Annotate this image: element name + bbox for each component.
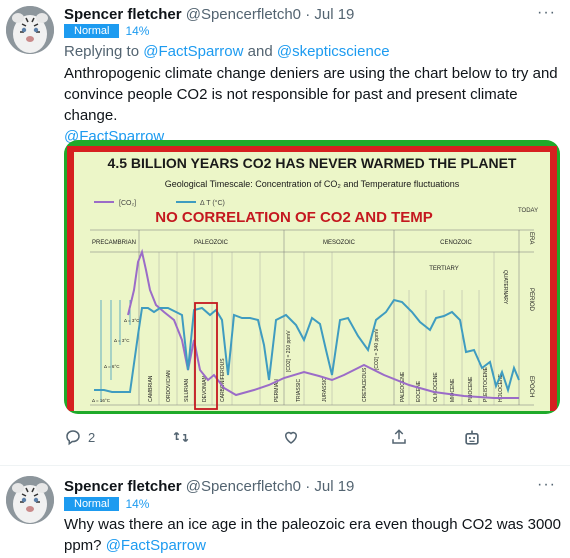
period-label: OLIGOCENE	[433, 372, 439, 402]
avatar[interactable]	[6, 476, 54, 524]
chart-banner: NO CORRELATION OF CO2 AND TEMP	[155, 209, 433, 226]
more-options-icon[interactable]: ···	[537, 476, 556, 494]
chart-image: 4.5 BILLION YEARS CO2 HAS NEVER WARMED T…	[64, 140, 560, 414]
legend-temp: Δ T (°C)	[200, 199, 225, 207]
tweet[interactable]: Spencer fletcher @Spencerfletch0 · Jul 1…	[0, 0, 570, 465]
status-badge: Normal	[64, 497, 120, 511]
tweet-date[interactable]: Jul 19	[314, 478, 354, 495]
status-percent: 14%	[125, 24, 150, 38]
reply-count: 2	[88, 429, 96, 445]
tweet-date[interactable]: Jul 19	[314, 6, 354, 23]
heart-icon	[284, 431, 298, 444]
period-label: SILURIAN	[184, 379, 190, 402]
bot-action[interactable]	[462, 428, 482, 448]
period-label: CARBONIFEROUS	[220, 358, 226, 402]
period-label: MIOCENE	[450, 378, 456, 402]
robot-icon	[465, 430, 479, 445]
temp-mark: Δ = 6°C	[104, 364, 120, 369]
tweet-text: Anthropogenic climate change deniers are…	[64, 63, 564, 147]
avatar[interactable]	[6, 6, 54, 54]
era-label: CENOZOIC	[440, 240, 472, 246]
tweet-header: Spencer fletcher @Spencerfletch0 · Jul 1…	[64, 478, 354, 495]
period-label: ORDOVICIAN	[166, 370, 172, 402]
reply-prefix: Replying to	[64, 43, 144, 60]
temp-mark: Δ = 3°C	[124, 318, 140, 323]
badge-row: Normal 14%	[64, 497, 149, 511]
share-action[interactable]	[390, 428, 408, 446]
badge-row: Normal 14%	[64, 24, 149, 38]
author-name[interactable]: Spencer fletcher	[64, 478, 182, 495]
reply-mention-1[interactable]: @FactSparrow	[143, 43, 243, 60]
share-icon	[392, 429, 406, 444]
reply-and: and	[243, 43, 277, 60]
tweet-image[interactable]: 4.5 BILLION YEARS CO2 HAS NEVER WARMED T…	[64, 140, 560, 414]
tweet-actions: 2	[64, 428, 534, 452]
chart-panel	[74, 152, 550, 411]
era-label: MESOZOIC	[323, 240, 356, 246]
legend-co2: [CO₂]	[119, 200, 136, 207]
period-axis-label: PERIOD	[528, 288, 534, 312]
author-handle[interactable]: @Spencerfletch0	[186, 478, 301, 495]
co2-annotation: [CO2] = 210 ppmV	[286, 330, 292, 372]
temp-mark: Δ = 3°C	[114, 338, 130, 343]
tweet[interactable]: Spencer fletcher @Spencerfletch0 · Jul 1…	[0, 466, 570, 558]
today-label: TODAY	[518, 208, 538, 214]
era-label: PRECAMBRIAN	[92, 240, 136, 246]
retweet-action[interactable]	[172, 428, 190, 446]
period-label: PLIOCENE	[468, 376, 474, 402]
era-label: PALEOZOIC	[194, 240, 229, 246]
retweet-icon	[173, 431, 189, 443]
tweet-mention[interactable]: @FactSparrow	[106, 537, 206, 554]
tweet-header: Spencer fletcher @Spencerfletch0 · Jul 1…	[64, 6, 354, 23]
quaternary-label: QUATERNARY	[502, 270, 508, 305]
period-label: JURASSIC	[322, 377, 328, 402]
tweet-text: Why was there an ice age in the paleozoi…	[64, 514, 564, 556]
status-badge: Normal	[64, 24, 120, 38]
period-label: CRETACEOUS	[362, 367, 368, 402]
separator: ·	[305, 6, 311, 23]
chart-title: 4.5 BILLION YEARS CO2 HAS NEVER WARMED T…	[108, 155, 517, 171]
white-tiger-avatar-icon	[6, 476, 54, 524]
tertiary-label: TERTIARY	[429, 266, 458, 272]
author-handle[interactable]: @Spencerfletch0	[186, 6, 301, 23]
white-tiger-avatar-icon	[6, 6, 54, 54]
temp-mark: Δ = 16°C	[92, 398, 111, 403]
reply-context: Replying to @FactSparrow and @skepticsci…	[64, 41, 564, 62]
period-label: TRIASSIC	[296, 379, 302, 402]
like-action[interactable]	[282, 428, 300, 446]
status-percent: 14%	[125, 497, 150, 511]
era-axis-label: ERA	[528, 232, 534, 244]
author-name[interactable]: Spencer fletcher	[64, 6, 182, 23]
co2-annotation: [CO2] = 340 ppmV	[374, 328, 380, 370]
period-label: EOCENE	[416, 380, 422, 402]
reply-action[interactable]: 2	[64, 428, 95, 446]
period-label: CAMBRIAN	[148, 375, 154, 402]
separator: ·	[305, 478, 311, 495]
reply-mention-2[interactable]: @skepticscience	[277, 43, 390, 60]
more-options-icon[interactable]: ···	[537, 4, 556, 22]
chart-subtitle: Geological Timescale: Concentration of C…	[165, 179, 460, 189]
tweet-text-content: Anthropogenic climate change deniers are…	[64, 65, 558, 124]
reply-icon	[66, 430, 80, 446]
period-label: PALEOCENE	[400, 371, 406, 402]
epoch-axis-label: EPOCH	[528, 376, 534, 397]
